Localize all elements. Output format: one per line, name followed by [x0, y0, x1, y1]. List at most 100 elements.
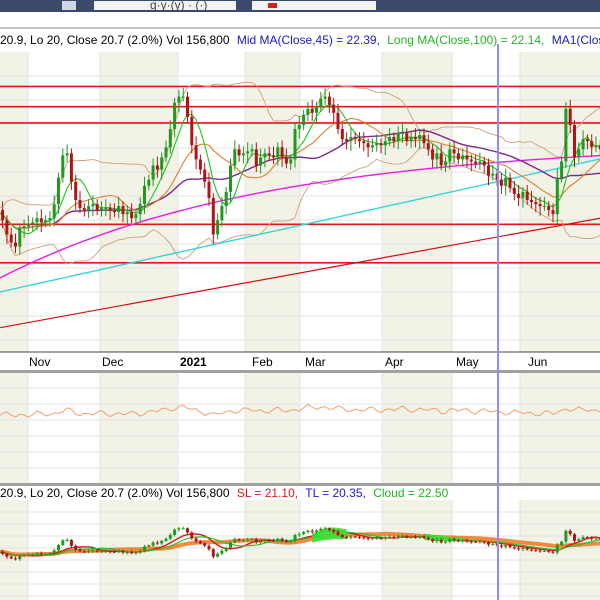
month-band — [0, 500, 28, 600]
candle-body — [431, 539, 435, 542]
time-label-mar: Mar — [305, 355, 326, 369]
candle-body — [474, 541, 478, 543]
candle-body — [100, 551, 103, 553]
candle-body — [375, 537, 379, 539]
candle-body — [478, 541, 482, 543]
candle-body — [504, 545, 508, 547]
candle-body — [560, 161, 564, 178]
candle-body — [538, 204, 542, 207]
candle-body — [78, 549, 82, 552]
candle-body — [431, 149, 435, 160]
candle-body — [52, 204, 56, 219]
candle-body — [207, 545, 211, 550]
candle-body — [216, 553, 220, 557]
candle-body — [392, 536, 396, 538]
candle-body — [138, 204, 142, 215]
candle-body — [130, 552, 134, 554]
candle-body — [323, 96, 327, 99]
candle-body — [469, 541, 473, 543]
candle-body — [125, 212, 129, 215]
titlebar-text: g·y·(y) · (·) — [150, 0, 207, 12]
candle-body — [590, 141, 594, 148]
candle-body — [284, 540, 288, 543]
candle-body — [345, 537, 349, 539]
candle-body — [426, 537, 430, 540]
candle-body — [396, 133, 400, 142]
ind-legend-sl: SL = 21.10, — [237, 486, 298, 500]
candle-body — [61, 155, 65, 178]
candle-body — [379, 143, 383, 146]
candle-body — [542, 206, 546, 208]
candle-body — [190, 532, 194, 539]
candle-body — [272, 155, 275, 158]
legend-long-ma: Long MA(Close,100) = 22.14, — [387, 33, 544, 47]
candle-body — [452, 539, 456, 541]
candle-body — [250, 149, 254, 152]
candle-body — [409, 137, 413, 142]
panel-splitter-1[interactable] — [0, 370, 600, 373]
candle-body — [155, 542, 159, 544]
candle-body — [125, 552, 129, 554]
candle-body — [534, 550, 538, 551]
candle-body — [499, 545, 503, 547]
candle-body — [78, 199, 82, 209]
candle-body — [14, 242, 17, 247]
candle-body — [160, 157, 164, 170]
candle-body — [487, 542, 490, 545]
candle-body — [14, 558, 17, 560]
legend-ohlc: 20.9, Lo 20, Close 20.7 (2.0%) Vol 156,8… — [0, 33, 230, 47]
candle-body — [203, 543, 207, 546]
candle-body — [173, 102, 177, 130]
candle-body — [233, 149, 237, 166]
candle-body — [224, 191, 228, 207]
candle-body — [353, 137, 357, 140]
candle-body — [585, 139, 589, 142]
candle-body — [100, 208, 103, 211]
candle-body — [5, 553, 9, 557]
candle-body — [426, 143, 430, 150]
candle-body — [95, 550, 99, 552]
candle-body — [87, 206, 91, 211]
candle-body — [551, 551, 555, 553]
time-axis: Nov Dec 2021 Feb Mar Apr May Jun — [0, 351, 600, 369]
price-panel: 20.9, Lo 20, Close 20.7 (2.0%) Vol 156,8… — [0, 12, 600, 354]
candle-body — [57, 545, 60, 551]
candle-body — [151, 165, 155, 180]
candle-body — [319, 98, 323, 107]
candle-body — [444, 541, 447, 543]
candle-body — [577, 149, 581, 158]
candle-body — [9, 234, 13, 243]
candle-body — [147, 545, 151, 547]
candle-body — [130, 212, 134, 219]
candle-body — [272, 540, 275, 542]
candle-body — [18, 555, 22, 560]
candle-body — [340, 535, 344, 538]
candle-body — [69, 153, 73, 182]
candle-body — [48, 553, 52, 555]
month-band — [0, 52, 28, 352]
candle-body — [259, 157, 263, 166]
candle-body — [121, 206, 125, 215]
titlebar-close-button[interactable] — [62, 1, 76, 10]
candle-body — [418, 135, 422, 140]
candle-body — [168, 535, 172, 539]
candle-body — [151, 542, 155, 546]
candle-body — [91, 550, 95, 552]
candle-body — [9, 556, 13, 559]
candle-body — [293, 535, 297, 542]
candle-body — [164, 538, 168, 541]
candle-body — [263, 153, 267, 158]
candle-body — [573, 534, 576, 541]
candle-body — [220, 550, 224, 554]
candle-body — [310, 108, 314, 113]
candle-body — [340, 129, 344, 140]
candle-body — [422, 135, 426, 144]
candle-body — [512, 547, 516, 549]
candle-body — [581, 139, 585, 150]
candle-body — [112, 551, 116, 553]
candle-body — [577, 539, 581, 541]
candle-body — [297, 534, 301, 536]
candle-body — [383, 141, 387, 146]
candle-body — [422, 536, 426, 538]
candle-body — [487, 165, 490, 176]
